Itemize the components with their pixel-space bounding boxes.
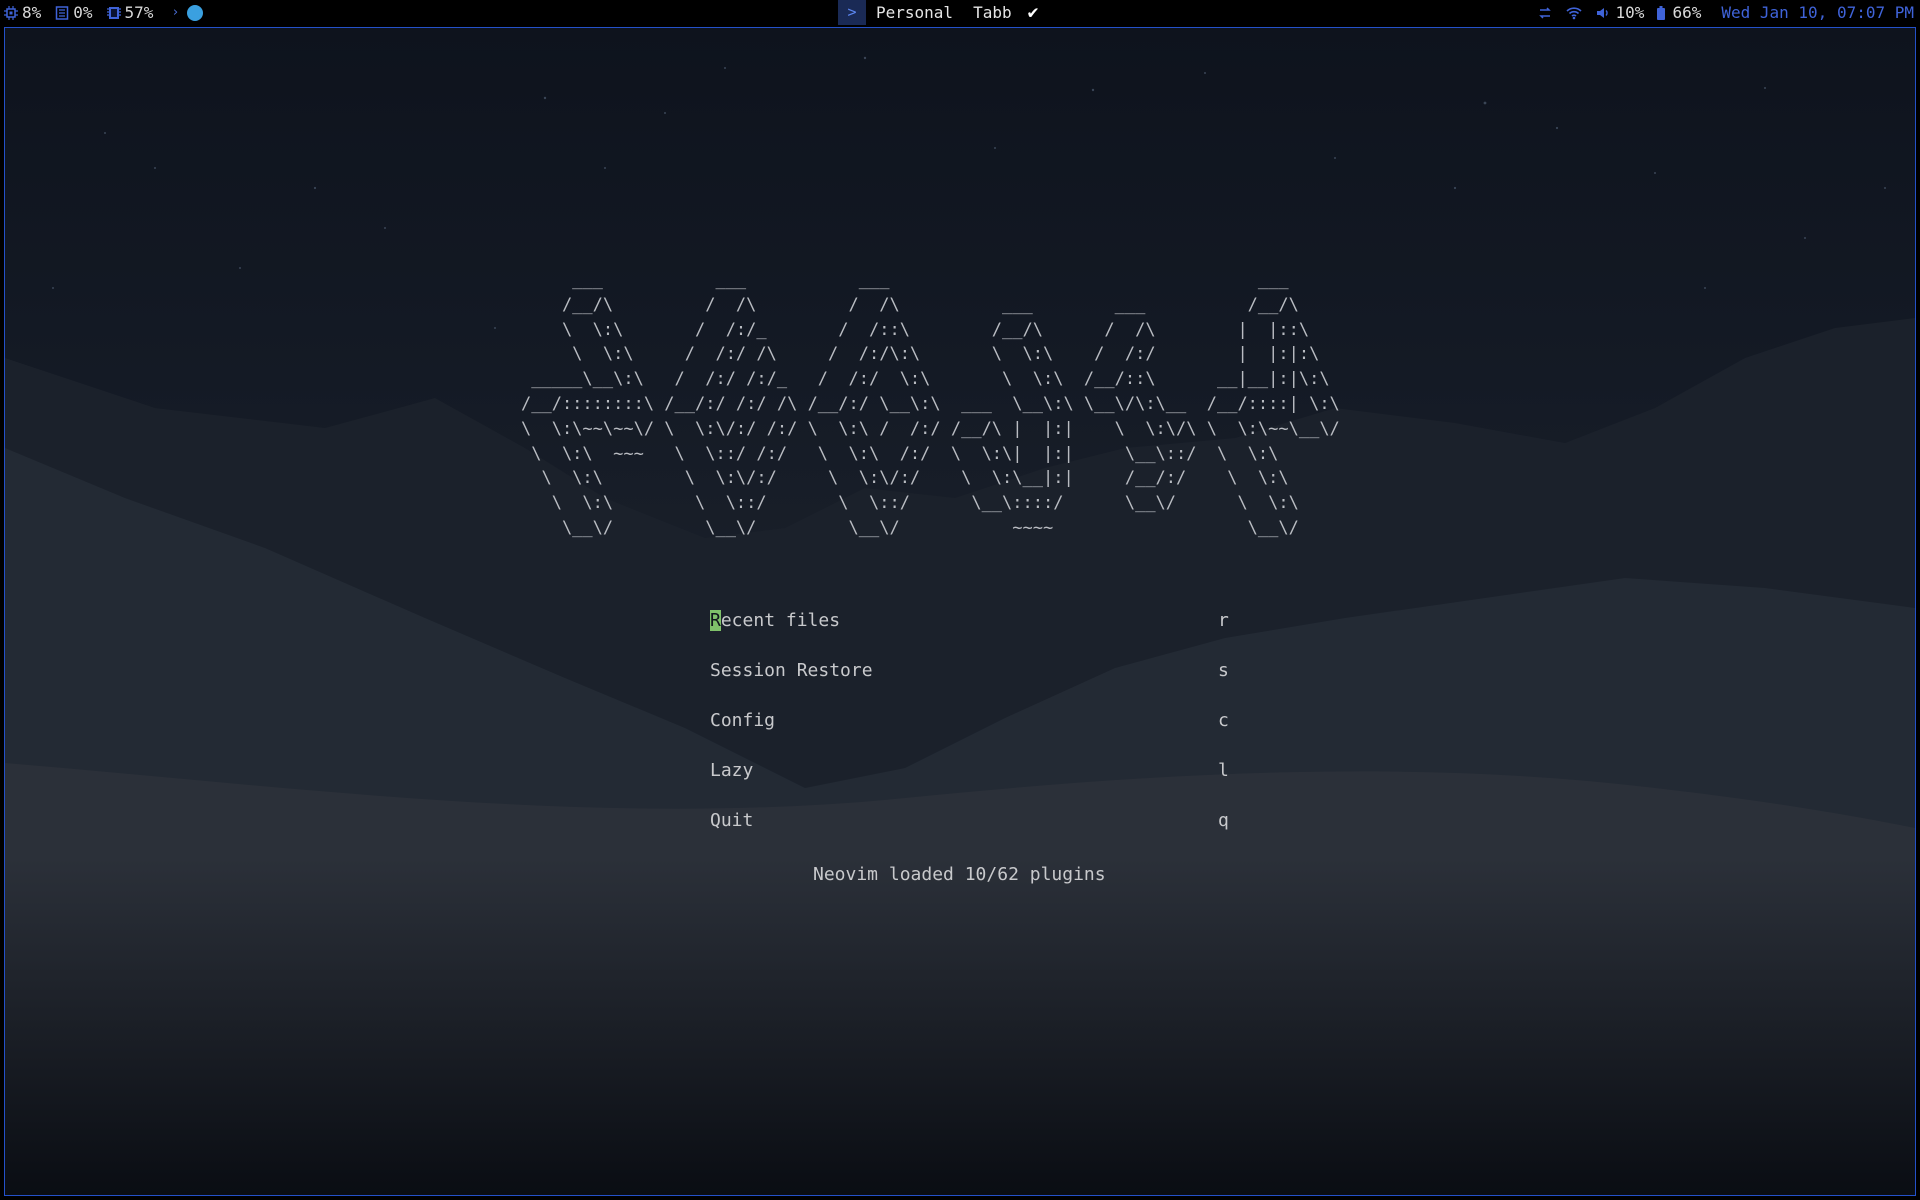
memory-icon (106, 6, 121, 19)
status-dot-icon (187, 4, 204, 21)
volume-level: 10% (1615, 3, 1645, 22)
disk-icon (56, 5, 69, 20)
menu-label: Lazy (710, 760, 754, 781)
menu-item-session-restore[interactable]: Session Restore s (710, 660, 1230, 710)
menu-item-quit[interactable]: Quit q (710, 810, 1230, 860)
menu-key: c (1218, 710, 1229, 731)
check-icon: ✔ (1027, 2, 1039, 23)
terminal-window[interactable]: ___ ___ ___ ___ /__/\ / /\ / /\ ___ ___ … (4, 27, 1916, 1196)
menu-item-config[interactable]: Config c (710, 710, 1230, 760)
neovim-ascii-logo: ___ ___ ___ ___ /__/\ / /\ / /\ ___ ___ … (521, 270, 1340, 538)
memory-usage: 57% (124, 3, 154, 22)
workspace-personal[interactable]: Personal (866, 0, 963, 25)
menu-label: Session Restore (710, 660, 873, 681)
menu-key: l (1218, 760, 1229, 781)
cpu-icon (4, 5, 18, 20)
workspace-switcher: > Personal Tabb ✔ (838, 0, 1044, 25)
chevron-right-icon: › (171, 5, 180, 20)
wifi-icon[interactable] (1565, 6, 1582, 20)
battery-icon (1657, 5, 1666, 20)
menu-label: Config (710, 710, 776, 731)
menu-label: Quit (710, 810, 754, 831)
cursor: R (710, 610, 721, 631)
menu-label: Recent files (710, 610, 841, 631)
menu-key: q (1218, 810, 1229, 831)
volume-icon[interactable] (1596, 6, 1610, 20)
menu-key: s (1218, 660, 1229, 681)
workspace-tabb[interactable]: Tabb (963, 0, 1022, 25)
system-tray: 10% 66% Wed Jan 10, 07:07 PM (1538, 0, 1914, 25)
dashboard-menu: Recent files r Session Restore s Config … (710, 610, 1230, 860)
system-stats: 8% 0% 57% › (4, 0, 204, 25)
cpu-usage: 8% (22, 3, 42, 22)
workspace-prompt[interactable]: > (838, 0, 866, 25)
battery-level: 66% (1672, 3, 1702, 22)
network-transfer-icon[interactable] (1538, 6, 1552, 20)
plugin-load-status: Neovim loaded 10/62 plugins (813, 864, 1106, 885)
neovim-dashboard: ___ ___ ___ ___ /__/\ / /\ / /\ ___ ___ … (5, 28, 1915, 1195)
menu-item-recent-files[interactable]: Recent files r (710, 610, 1230, 660)
top-status-bar: 8% 0% 57% › > Personal Tabb ✔ 10% 66% We… (0, 0, 1920, 25)
clock[interactable]: Wed Jan 10, 07:07 PM (1721, 0, 1914, 25)
disk-usage: 0% (73, 3, 93, 22)
menu-item-lazy[interactable]: Lazy l (710, 760, 1230, 810)
menu-key: r (1218, 610, 1229, 631)
